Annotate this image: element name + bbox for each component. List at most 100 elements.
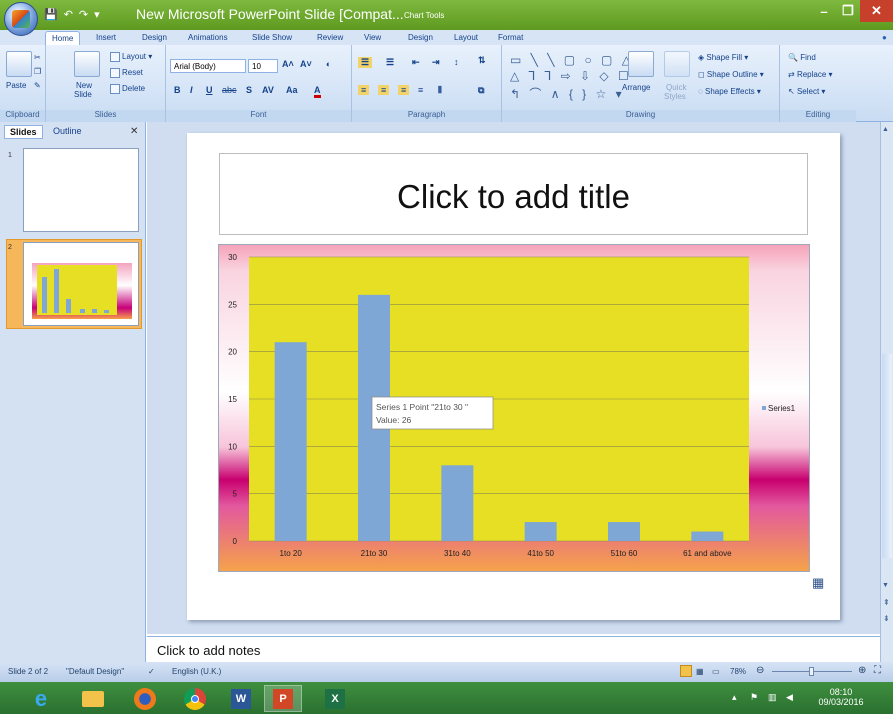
redo-icon[interactable]: ↷ (79, 8, 88, 21)
tab-chart-format[interactable]: Format (492, 31, 529, 45)
word-icon[interactable]: W (222, 685, 260, 712)
arrange-icon[interactable] (628, 51, 654, 77)
smartart-icon[interactable]: ⧉ (478, 85, 484, 96)
justify-icon[interactable]: ≡ (418, 85, 423, 95)
ie-icon[interactable]: e (22, 685, 60, 712)
underline-icon[interactable]: U (206, 85, 213, 95)
slide-thumbnail-2[interactable] (23, 242, 139, 326)
help-icon[interactable]: ● (876, 31, 893, 45)
decrease-indent-icon[interactable]: ⇤ (412, 57, 420, 68)
tab-insert[interactable]: Insert (90, 31, 122, 45)
shape-outline-button[interactable]: ◻ Shape Outline ▾ (698, 70, 764, 79)
quick-styles-icon[interactable] (664, 51, 690, 77)
close-pane-icon[interactable]: ✕ (130, 126, 138, 137)
undo-icon[interactable]: ↶ (64, 8, 73, 21)
align-right-icon[interactable]: ≡ (398, 85, 410, 95)
tab-chart-design[interactable]: Design (402, 31, 439, 45)
copy-icon[interactable]: ❐ (34, 67, 41, 76)
slide-thumbnail-1[interactable] (23, 148, 139, 232)
cut-icon[interactable]: ✂ (34, 53, 41, 62)
zoom-out-icon[interactable]: ⊖ (756, 665, 764, 676)
qat-dropdown-icon[interactable]: ▾ (94, 8, 100, 21)
paste-options-icon[interactable]: ▦ (812, 575, 824, 591)
close-button[interactable]: ✕ (860, 0, 893, 22)
shadow-icon[interactable]: S (246, 85, 252, 95)
quick-styles-button-line2[interactable]: Styles (664, 92, 686, 101)
change-case-icon[interactable]: Aa (286, 85, 298, 95)
tab-design[interactable]: Design (136, 31, 173, 45)
zoom-level[interactable]: 78% (730, 667, 746, 676)
replace-button[interactable]: ⇄ Replace ▾ (788, 70, 833, 79)
tab-home[interactable]: Home (45, 31, 81, 45)
shape-effects-button[interactable]: ◌ Shape Effects ▾ (698, 87, 761, 96)
zoom-slider-thumb[interactable] (809, 667, 814, 676)
tab-view[interactable]: View (358, 31, 387, 45)
action-center-icon[interactable]: ⚑ (750, 692, 758, 703)
clock[interactable]: 08:10 09/03/2016 (818, 687, 864, 707)
paste-icon[interactable] (6, 51, 32, 77)
tab-outline[interactable]: Outline (48, 125, 87, 137)
scrollbar-thumb[interactable] (882, 354, 892, 558)
new-slide-button-line2[interactable]: Slide (74, 90, 92, 99)
chart-object[interactable]: 0 5 10 15 20 25 30 1to 20 21to 30 31to 40 41to 50 5… (218, 244, 810, 572)
scroll-up-icon[interactable]: ▲ (882, 126, 889, 133)
powerpoint-icon[interactable]: P (264, 685, 302, 712)
maximize-button[interactable]: ❐ (836, 0, 860, 22)
notes-pane[interactable]: Click to add notes (147, 636, 880, 662)
slide-sorter-icon[interactable]: ▦ (696, 667, 704, 676)
fit-to-window-icon[interactable]: ⛶ (874, 665, 881, 676)
new-slide-button[interactable]: New (76, 81, 92, 90)
layout-button[interactable]: Layout ▾ (110, 52, 152, 62)
increase-indent-icon[interactable]: ⇥ (432, 57, 440, 68)
shapes-gallery-row2[interactable]: △ ⅂ ⅂ ⇨ ⇩ ◇ ☐ (510, 69, 632, 83)
tab-slide-show[interactable]: Slide Show (246, 31, 298, 45)
office-button[interactable] (4, 2, 38, 36)
align-center-icon[interactable]: ≡ (378, 85, 390, 95)
strikethrough-icon[interactable]: abc (222, 85, 237, 95)
tab-chart-layout[interactable]: Layout (448, 31, 484, 45)
shape-fill-button[interactable]: ◈ Shape Fill ▾ (698, 53, 748, 62)
show-hidden-icons-icon[interactable]: ▴ (732, 692, 737, 703)
bullets-icon[interactable]: ☰ (358, 57, 373, 68)
font-color-icon[interactable]: A (314, 85, 321, 98)
text-direction-icon[interactable]: ⇅ (478, 55, 486, 66)
file-explorer-icon[interactable] (74, 685, 112, 712)
chrome-icon[interactable] (176, 685, 214, 712)
shapes-gallery-row3[interactable]: ↰ ⌒ ∧ { } ☆ ▾ (510, 85, 625, 102)
format-painter-icon[interactable]: ✎ (34, 81, 41, 90)
line-spacing-icon[interactable]: ↕ (454, 57, 459, 67)
previous-slide-icon[interactable]: ⇞ (883, 598, 890, 607)
bold-icon[interactable]: B (174, 85, 181, 95)
paste-button[interactable]: Paste (6, 81, 26, 90)
clear-format-icon[interactable]: ◐ (326, 59, 331, 69)
save-icon[interactable]: 💾 (44, 8, 58, 21)
tab-slides[interactable]: Slides (4, 125, 43, 139)
minimize-button[interactable]: – (812, 0, 836, 22)
language-indicator[interactable]: English (U.K.) (172, 667, 221, 676)
align-left-icon[interactable]: ≡ (358, 85, 370, 95)
numbering-icon[interactable]: ☰ (386, 57, 394, 68)
find-button[interactable]: 🔍 Find (788, 53, 816, 62)
italic-icon[interactable]: I (190, 85, 193, 95)
firefox-icon[interactable] (126, 685, 164, 712)
shrink-font-icon[interactable]: A˅ (300, 59, 312, 69)
char-spacing-icon[interactable]: AV (262, 85, 274, 95)
shapes-gallery-row1[interactable]: ▭ ╲ ╲ ▢ ○ ▢ △ (510, 53, 634, 67)
zoom-in-icon[interactable]: ⊕ (858, 665, 866, 676)
tab-review[interactable]: Review (311, 31, 349, 45)
title-placeholder[interactable]: Click to add title (219, 153, 808, 235)
vertical-scrollbar[interactable]: ▲ ▼ ⇞ ⇟ (880, 122, 893, 662)
reset-button[interactable]: Reset (110, 68, 143, 78)
scroll-down-icon[interactable]: ▼ (882, 582, 889, 589)
delete-button[interactable]: Delete (110, 84, 145, 94)
tab-animations[interactable]: Animations (182, 31, 234, 45)
normal-view-icon[interactable] (680, 665, 692, 677)
volume-icon[interactable]: ◀ (786, 692, 793, 703)
network-icon[interactable]: ▥ (768, 692, 777, 703)
quick-styles-button[interactable]: Quick (666, 83, 686, 92)
excel-icon[interactable]: X (316, 685, 354, 712)
grow-font-icon[interactable]: A˄ (282, 59, 294, 69)
font-size-select[interactable]: 10 (248, 59, 278, 73)
new-slide-icon[interactable] (74, 51, 100, 77)
arrange-button[interactable]: Arrange (622, 83, 650, 92)
